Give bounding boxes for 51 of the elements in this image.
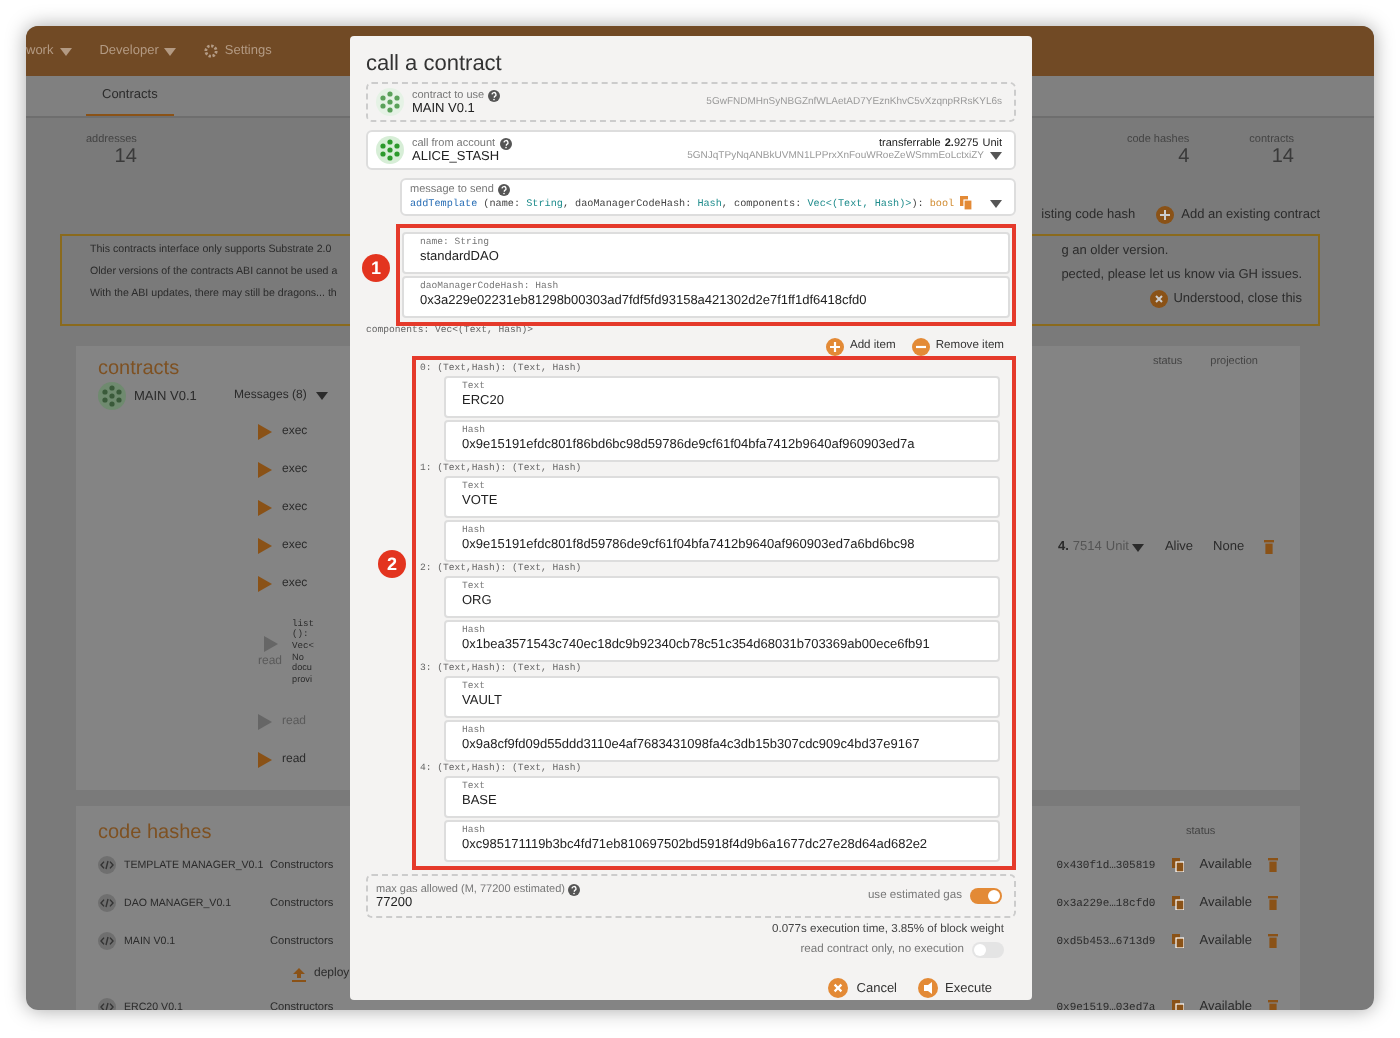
caret-icon (1132, 543, 1145, 551)
code-icon (98, 894, 116, 912)
help-icon (499, 137, 512, 149)
copy-icon (1171, 1000, 1184, 1010)
plus-icon (825, 337, 844, 355)
stat-value: 14 (1271, 146, 1294, 168)
play-icon (258, 575, 272, 591)
play-icon (258, 423, 272, 439)
card-title: contracts (98, 358, 180, 380)
toggle-switch[interactable] (970, 888, 1002, 904)
trash-icon (1268, 1000, 1278, 1010)
play-icon (258, 751, 272, 767)
annotation-badge: 1 (362, 254, 390, 282)
stat-value: 14 (114, 146, 137, 168)
account-icon (376, 136, 404, 164)
caret-icon (990, 152, 1002, 160)
caret-icon (59, 47, 72, 55)
trash-icon (1268, 896, 1278, 910)
play-icon (258, 713, 272, 729)
modal-title: call a contract (366, 52, 504, 76)
caret-icon (164, 47, 177, 55)
help-icon (488, 89, 501, 101)
code-icon (98, 932, 116, 950)
code-icon (98, 856, 116, 874)
copy-icon (1171, 858, 1184, 872)
plus-icon (1155, 205, 1174, 223)
upload-icon (292, 967, 306, 981)
play-icon (258, 499, 272, 515)
caret-icon (990, 199, 1002, 207)
toggle-switch[interactable] (972, 942, 1004, 958)
stat-value: 4 (1178, 146, 1190, 168)
trash-icon (1264, 540, 1275, 554)
play-icon (258, 461, 272, 477)
play-icon (263, 636, 277, 652)
gear-icon (204, 44, 219, 58)
copy-icon (1171, 934, 1184, 948)
caret-icon (316, 392, 329, 400)
help-icon (568, 883, 581, 895)
minus-icon (911, 337, 930, 355)
annotation-badge: 2 (378, 550, 406, 578)
copy-icon (1171, 896, 1184, 910)
play-icon (258, 537, 272, 553)
close-icon (1149, 290, 1168, 308)
close-icon (828, 978, 849, 998)
contract-icon (376, 88, 404, 116)
trash-icon (1268, 934, 1278, 948)
contract-icon (98, 382, 126, 410)
help-icon (497, 184, 510, 196)
card-title: code hashes (98, 821, 212, 843)
copy-icon (960, 196, 973, 210)
trash-icon (1268, 858, 1278, 872)
